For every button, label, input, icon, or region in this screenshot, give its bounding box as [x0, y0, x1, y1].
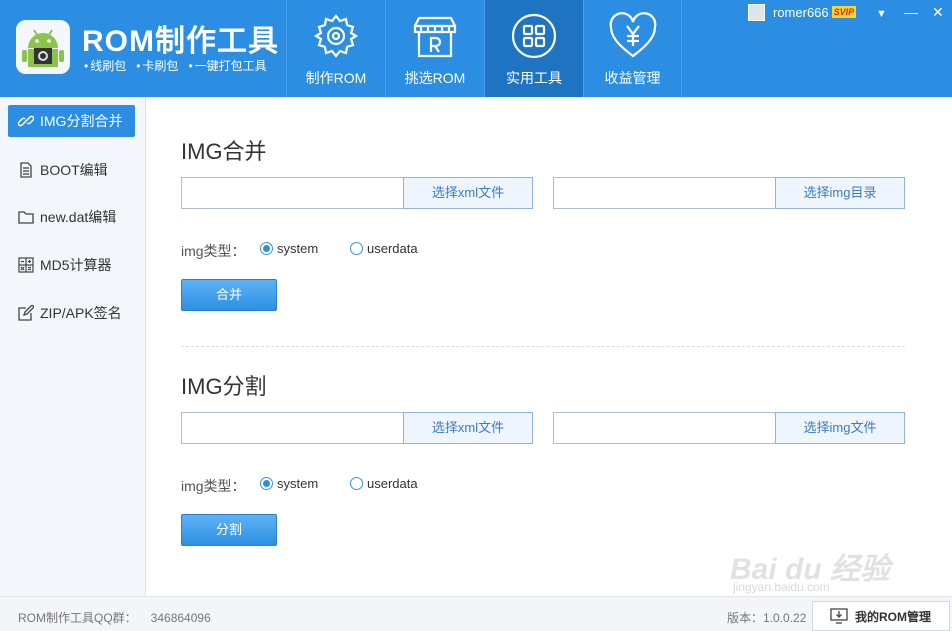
sidebar-item-label: ZIP/APK签名 — [40, 305, 122, 321]
sidebar-item-md5[interactable]: MD5计算器 — [8, 249, 135, 281]
status-bar: ROM制作工具QQ群： 346864096 版本：1.0.0.22 我的ROM管理 — [0, 596, 952, 631]
radio-checked-icon — [260, 242, 273, 255]
tab-make-rom[interactable]: 制作ROM — [286, 0, 385, 97]
svip-badge: SVIP — [831, 6, 857, 18]
feature-label: 卡刷包 — [136, 57, 178, 74]
merge-radio-userdata[interactable]: userdata — [350, 241, 418, 256]
tab-label: 收益管理 — [604, 70, 661, 86]
sidebar-item-label: MD5计算器 — [40, 257, 112, 273]
merge-button[interactable]: 合并 — [181, 279, 277, 311]
tab-pick-rom[interactable]: 挑选ROM — [385, 0, 484, 97]
sidebar-item-boot-edit[interactable]: BOOT编辑 — [8, 154, 135, 186]
radio-unchecked-icon — [350, 242, 363, 255]
menu-dropdown-icon[interactable]: ▼ — [876, 7, 887, 21]
app-features: 线刷包 卡刷包 一键打包工具 — [84, 57, 267, 74]
sidebar-item-zip-apk-sign[interactable]: ZIP/APK签名 — [8, 297, 135, 329]
my-rom-manage-button[interactable]: 我的ROM管理 — [812, 601, 950, 631]
watermark-url: jingyan.baidu.com — [733, 580, 830, 594]
main-nav: 制作ROM 挑选ROM 实用工具 收益管理 — [286, 0, 682, 97]
merge-select-xml-button[interactable]: 选择xml文件 — [403, 177, 533, 209]
merge-img-type-label: img类型： — [181, 243, 246, 259]
heart-yen-icon — [609, 12, 657, 58]
split-radio-system[interactable]: system — [260, 476, 318, 491]
user-area: romer666 SVIP — [748, 3, 857, 21]
sidebar: IMG分割合并 BOOT编辑 new.dat编辑 MD5计算器 ZIP/APK签… — [0, 97, 146, 596]
title-bar: ROM制作工具 线刷包 卡刷包 一键打包工具 制作ROM — [0, 0, 952, 97]
qq-group-info: ROM制作工具QQ群： 346864096 — [18, 609, 211, 626]
calculator-icon — [18, 257, 34, 273]
feature-label: 线刷包 — [84, 57, 126, 74]
gear-icon — [313, 14, 359, 58]
tab-label: 实用工具 — [506, 70, 562, 86]
section-divider — [181, 346, 905, 347]
split-button[interactable]: 分割 — [181, 514, 277, 546]
my-rom-label: 我的ROM管理 — [855, 609, 931, 624]
version-label: 版本：1.0.0.22 — [727, 611, 807, 625]
radio-label: system — [277, 241, 319, 256]
tab-utilities[interactable]: 实用工具 — [484, 0, 583, 97]
sidebar-item-img-split-merge[interactable]: IMG分割合并 — [8, 105, 135, 137]
radio-unchecked-icon — [350, 477, 363, 490]
username[interactable]: romer666 — [773, 5, 829, 20]
merge-title: IMG合并 — [181, 139, 267, 164]
split-xml-path-input[interactable] — [181, 412, 404, 444]
merge-img-dir-input[interactable] — [553, 177, 776, 209]
monitor-download-icon — [830, 608, 848, 624]
sidebar-item-label: new.dat编辑 — [40, 209, 117, 225]
qq-group-number: 346864096 — [150, 611, 211, 625]
folder-icon — [18, 211, 34, 224]
avatar[interactable] — [748, 3, 765, 21]
link-icon — [18, 115, 34, 127]
sidebar-item-new-dat-edit[interactable]: new.dat编辑 — [8, 201, 135, 233]
radio-label: system — [277, 476, 319, 491]
close-button[interactable]: ✕ — [932, 5, 944, 19]
merge-xml-path-input[interactable] — [181, 177, 404, 209]
split-title: IMG分割 — [181, 374, 267, 399]
radio-label: userdata — [367, 476, 418, 491]
tab-label: 制作ROM — [305, 70, 367, 86]
radio-label: userdata — [367, 241, 418, 256]
document-icon — [20, 162, 32, 178]
edit-icon — [18, 305, 34, 321]
minimize-button[interactable]: — — [904, 5, 918, 19]
split-select-img-file-button[interactable]: 选择img文件 — [775, 412, 905, 444]
app-title: ROM制作工具 — [82, 25, 279, 58]
split-img-type-label: img类型： — [181, 478, 246, 494]
shop-icon — [413, 16, 457, 58]
split-radio-userdata[interactable]: userdata — [350, 476, 418, 491]
merge-select-img-dir-button[interactable]: 选择img目录 — [775, 177, 905, 209]
merge-radio-system[interactable]: system — [260, 241, 318, 256]
tab-earnings[interactable]: 收益管理 — [583, 0, 682, 97]
qq-group-label: ROM制作工具QQ群： — [18, 611, 137, 625]
app-logo — [16, 20, 70, 74]
sidebar-item-label: IMG分割合并 — [40, 113, 123, 129]
split-select-xml-button[interactable]: 选择xml文件 — [403, 412, 533, 444]
tab-label: 挑选ROM — [404, 70, 466, 86]
radio-checked-icon — [260, 477, 273, 490]
sidebar-item-label: BOOT编辑 — [40, 162, 108, 178]
grid-icon — [511, 13, 557, 59]
split-img-file-input[interactable] — [553, 412, 776, 444]
feature-label: 一键打包工具 — [188, 57, 267, 74]
